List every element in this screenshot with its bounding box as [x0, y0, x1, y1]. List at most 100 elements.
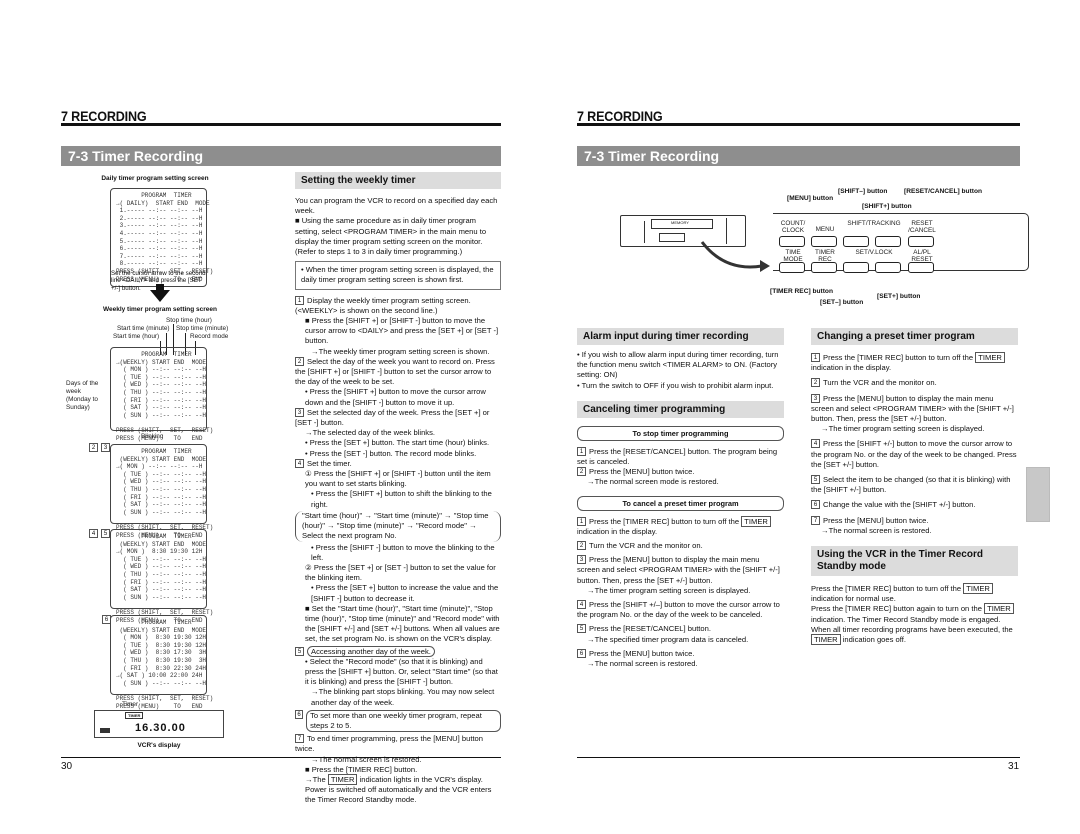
screen-line: ( THU ) 8:30 19:30 3H [116, 656, 207, 664]
step-5b: →The blinking part stops blinking. You m… [311, 687, 495, 707]
step-7c-pre: →The [305, 774, 326, 784]
time-mode-button[interactable] [779, 262, 805, 273]
callout-set-minus: [SET–] button [820, 299, 864, 306]
set-minus-button[interactable] [843, 262, 869, 273]
step-4e: • Press the [SET +] button to increase t… [311, 583, 499, 603]
screen-steps-2-3: PROGRAM TIMER (WEEKLY) START END MODE →( … [110, 444, 213, 539]
screen-line: ( SAT ) --:-- --:-- --H [116, 586, 207, 594]
timer-indicator-badge: TIMER [963, 583, 993, 595]
step-3a: →The selected day of the week blinks. [305, 428, 436, 438]
chapter-rule-left [61, 123, 501, 126]
standby-line-2-post: indication. The Timer Record Standby mod… [811, 614, 1013, 634]
step-badge: 5 [811, 475, 820, 485]
step-4: Set the timer. [307, 458, 352, 468]
screen-steps-4-5: PROGRAM TIMER (WEEKLY) START END MODE →( … [110, 529, 213, 624]
step-badge: 7 [811, 515, 820, 525]
change-step-1: Press the [TIMER REC] button to turn off… [823, 353, 974, 362]
step-1b: →The weekly timer program setting screen… [311, 346, 490, 356]
cancel-step-3: Press the [MENU] button to display the m… [577, 555, 780, 585]
screen-line: ( SAT ) --:-- --:-- --H [116, 404, 207, 412]
step-badge: 1 [577, 446, 586, 456]
screen-line [116, 516, 201, 524]
chapter-rule-right [577, 123, 1020, 126]
label-shift-tracking: SHIFT/TRACKING [847, 220, 901, 227]
blinking-label: Blinking [141, 433, 164, 440]
cancel-step-3a: →The timer program setting screen is dis… [587, 585, 751, 595]
step-badge: 4 [577, 600, 586, 610]
screen-line: 5.----- --:-- --:-- --H [116, 237, 203, 245]
screen-line: PROGRAM TIMER [116, 448, 192, 455]
change-step-7: Press the [MENU] button twice. [823, 515, 929, 525]
screen-line: PROGRAM TIMER [116, 351, 192, 358]
screen-line: ( WED ) --:-- --:-- --H [116, 478, 207, 486]
page-number-left: 30 [61, 761, 73, 772]
change-step-3: Press the [MENU] button to display the m… [811, 393, 1014, 424]
shift-minus-button[interactable] [843, 236, 869, 247]
reset-cancel-button[interactable] [908, 236, 934, 247]
timer-indicator-badge: TIMER [984, 603, 1014, 615]
screen-step-6: PROGRAM TIMER (WEEKLY) START END MODE ( … [110, 615, 213, 710]
screen-line: ( FRI ) --:-- --:-- --H [116, 578, 207, 586]
screen-line: 6.----- --:-- --:-- --H [116, 245, 203, 253]
screen-line: 3.----- --:-- --:-- --H [116, 222, 203, 230]
timer-rec-button[interactable] [811, 262, 837, 273]
menu-button[interactable] [811, 236, 837, 247]
screen-line: ( MON ) 8:30 19:30 12H [116, 634, 207, 642]
screen-line: ( WED ) --:-- --:-- --H [116, 563, 207, 571]
screen-line: ( SAT ) --:-- --:-- --H [116, 501, 207, 509]
cancel-step-5: Press the [RESET/CANCEL] button. [589, 624, 711, 634]
screen-line: ( SUN ) --:-- --:-- --H [116, 593, 207, 601]
vcr-brand: MEMORY [671, 220, 689, 225]
callout-shift-minus: [SHIFT–] button [838, 188, 888, 195]
screen-line: (WEEKLY) START END MODE [116, 540, 207, 548]
change-step-1-post: indication in the display. [811, 363, 892, 373]
step-badge: 2 [577, 541, 586, 551]
screen-line: ( SUN ) --:-- --:-- --H [116, 508, 207, 516]
screen-line: (WEEKLY) START END MODE [116, 455, 207, 463]
vcr-left-controls [623, 221, 645, 243]
screen-line: ( TUE ) --:-- --:-- --H [116, 470, 207, 478]
al-pl-reset-button[interactable] [908, 262, 934, 273]
timer-indicator-badge: TIMER [975, 352, 1005, 363]
label-al-pl-reset: AL/PL RESET [911, 249, 933, 263]
timer-indicator-badge: TIMER [741, 515, 771, 527]
step-6: To set more than one weekly timer progra… [306, 709, 501, 733]
screen-line: ( MON ) --:-- --:-- --H [116, 366, 207, 374]
set-plus-button[interactable] [875, 262, 901, 273]
change-standby-column: Changing a preset timer program 1 Press t… [811, 328, 1018, 646]
label-record-mode: Record mode [190, 333, 229, 340]
change-step-2: Turn the VCR and the monitor on. [823, 378, 937, 388]
step-badge: 2 [295, 356, 304, 366]
weekly-intro: You can program the VCR to record on a s… [295, 196, 498, 216]
vcr-time: 16.30.00 [135, 722, 186, 734]
step-4b: • Press the [SHIFT +] button to shift th… [311, 489, 492, 509]
cancel-step-6a: →The normal screen is restored. [587, 659, 698, 669]
screen-line: 1.----- --:-- --:-- --H [116, 207, 203, 215]
tape-icon [100, 728, 110, 733]
timer-indicator-badge: TIMER [327, 773, 358, 785]
callout-shift-plus: [SHIFT+] button [862, 203, 912, 210]
step-badge: 5 [295, 646, 304, 656]
stop-step-1: Press the [RESET/CANCEL] button. The pro… [577, 446, 778, 467]
step-3: Set the selected day of the week. Press … [295, 407, 490, 428]
change-step-6: Change the value with the [SHIFT +/-] bu… [823, 500, 976, 510]
change-step-4: Press the [SHIFT +/-] button to move the… [811, 439, 1017, 469]
standby-line-2: Press the [TIMER REC] button again to tu… [811, 604, 982, 614]
step-4f: ■ Set the "Start time (hour)", "Start ti… [305, 603, 500, 644]
step-7b: ■ Press the [TIMER REC] button. [305, 764, 418, 774]
weekly-heading: Setting the weekly timer [295, 172, 501, 189]
step-1: Display the weekly timer program setting… [295, 295, 471, 315]
count-clock-button[interactable] [779, 236, 805, 247]
standby-line-1-post: indication for normal use. [811, 594, 896, 604]
screen-line: ( THU ) --:-- --:-- --H [116, 388, 207, 396]
screen-line: ( TUE ) --:-- --:-- --H [116, 555, 207, 563]
alarm-heading: Alarm input during timer recording [577, 328, 784, 345]
step-badge: 6 [811, 500, 820, 510]
step-badge: 4 [811, 439, 820, 449]
screen-line: →( MON ) 8:30 19:30 12H [116, 548, 203, 556]
screen-line: 4.----- --:-- --:-- --H [116, 229, 203, 237]
alarm-bullet-1: • If you wish to allow alarm input durin… [577, 350, 779, 380]
shift-plus-button[interactable] [875, 236, 901, 247]
vcr-display-window [659, 233, 685, 242]
change-step-5: Select the item to be changed (so that i… [811, 475, 1011, 495]
